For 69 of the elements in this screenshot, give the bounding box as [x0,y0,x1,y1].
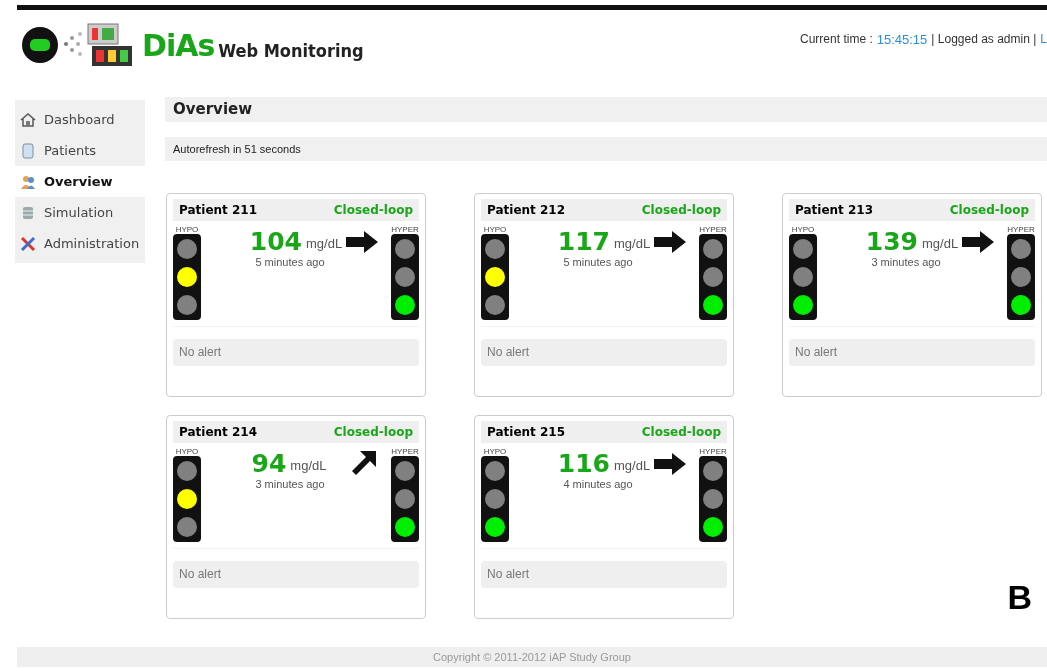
unit-label: mg/dL [922,236,959,251]
light-label: HYPO [175,225,199,234]
brand-name: DiAs [142,27,215,63]
copyright-text: Copyright © 2011-2012 iAP Study Group [433,651,631,663]
reading-time: 3 minutes ago [255,478,325,490]
traffic-light-icon [789,234,817,320]
autorefresh-text: Autorefresh in 51 seconds [165,137,1047,161]
mode-label: Closed-loop [949,203,1029,217]
light-label: HYPER [391,225,419,234]
page-title: Overview [165,97,1047,122]
traffic-light-icon [699,234,727,320]
traffic-light-icon [391,456,419,542]
document-icon [20,142,36,159]
sidebar-item[interactable]: Overview [15,166,145,197]
traffic-light-icon [173,456,201,542]
reading-time: 5 minutes ago [563,256,633,268]
patient-name: Patient 214 [179,425,258,439]
glucose-value: 116 [557,449,610,478]
alert-box: No alert [481,561,727,588]
traffic-light-icon [391,234,419,320]
glucose-value: 94 [251,449,287,478]
user-text: | Logged as admin | [931,32,1037,48]
traffic-light-icon [1007,234,1035,320]
mode-label: Closed-loop [333,203,413,217]
light-label: HYPO [483,225,507,234]
glucose-value: 117 [557,227,610,256]
unit-label: mg/dL [614,236,651,251]
traffic-light-icon [481,456,509,542]
traffic-light-icon [173,234,201,320]
light-label: HYPO [791,225,815,234]
sidebar-item[interactable]: Simulation [15,197,145,228]
unit-label: mg/dL [614,458,651,473]
patient-name: Patient 212 [487,203,566,217]
unit-label: mg/dL [290,458,327,473]
panel-label: B [1007,578,1032,617]
current-time: 15:45:15 [876,32,928,49]
glucose-value: 139 [865,227,918,256]
light-label: HYPO [175,447,199,456]
alert-box: No alert [789,339,1035,366]
mode-label: Closed-loop [641,203,721,217]
time-label: Current time : [800,32,873,48]
reading-time: 3 minutes ago [871,256,941,268]
people-icon [20,173,36,190]
brand-subtitle: Web Monitoring [218,39,364,61]
light-label: HYPER [1007,225,1035,234]
patient-name: Patient 211 [179,203,258,217]
reading-time: 4 minutes ago [563,478,633,490]
sidebar-item[interactable]: Administration [15,228,145,259]
glucose-value: 104 [249,227,302,256]
sidebar-item[interactable]: Patients [15,135,145,166]
mode-label: Closed-loop [641,425,721,439]
light-label: HYPER [699,447,727,456]
traffic-light-icon [481,234,509,320]
mode-label: Closed-loop [333,425,413,439]
light-label: HYPO [483,447,507,456]
reading-time: 5 minutes ago [255,256,325,268]
light-label: HYPER [699,225,727,234]
alert-box: No alert [173,561,419,588]
alert-box: No alert [481,339,727,366]
sidebar-item[interactable]: Dashboard [15,104,145,135]
patient-name: Patient 215 [487,425,566,439]
traffic-light-icon [699,456,727,542]
alert-box: No alert [173,339,419,366]
patient-name: Patient 213 [795,203,874,217]
light-label: HYPER [391,447,419,456]
unit-label: mg/dL [306,236,343,251]
house-icon [20,111,36,128]
tools-icon [20,235,36,252]
database-icon [20,204,36,221]
